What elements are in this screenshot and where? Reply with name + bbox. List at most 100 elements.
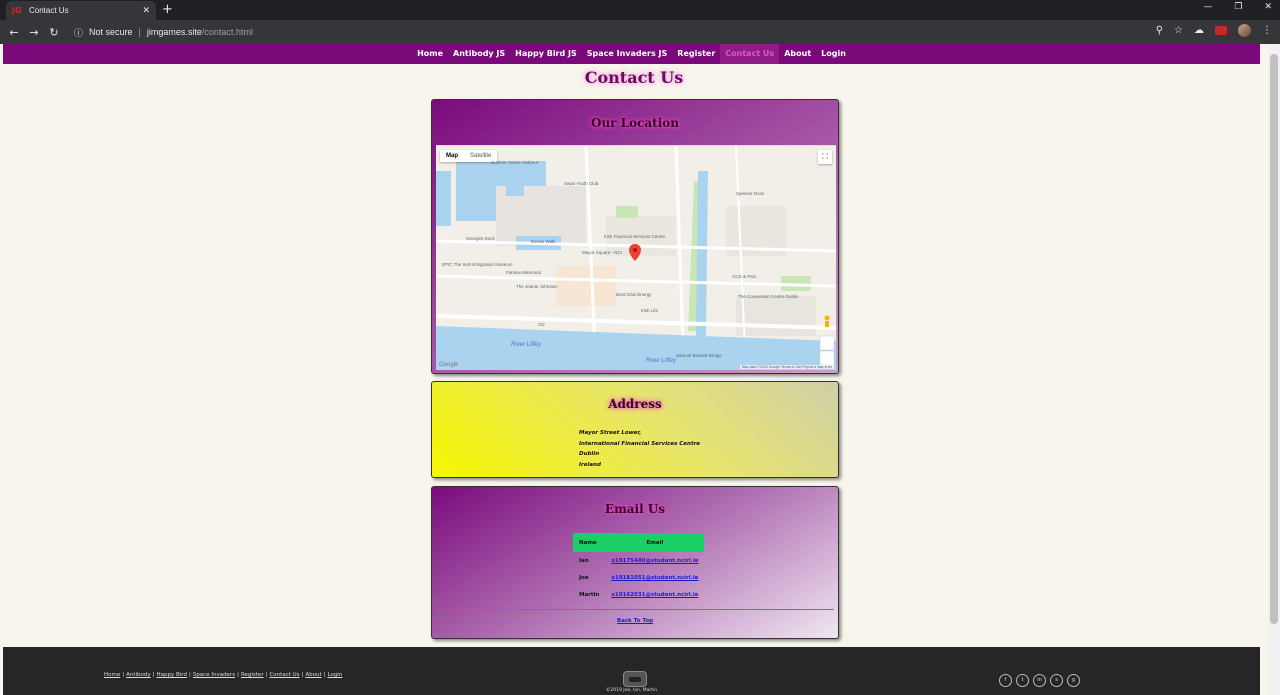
cloud-extension-icon[interactable]: ☁ xyxy=(1194,25,1204,36)
map-place-label: Irish Life xyxy=(641,308,659,313)
snapchat-icon[interactable]: s xyxy=(1050,674,1063,687)
contact-name: Ian xyxy=(579,557,589,564)
address-heading: Address xyxy=(608,397,662,411)
zoom-icon[interactable]: ⚲ xyxy=(1156,25,1163,36)
google-logo: Google xyxy=(439,362,459,368)
page-scrollbar[interactable] xyxy=(1268,44,1280,695)
url-separator: | xyxy=(138,27,141,37)
footer-links: Home | Antibody | Happy Bird | Space Invaders |… xyxy=(104,672,342,678)
info-icon[interactable]: ⓘ xyxy=(74,26,83,39)
twitter-icon[interactable]: t xyxy=(1016,674,1029,687)
footer-link-happy-bird[interactable]: Happy Bird xyxy=(157,672,187,678)
map-canvas[interactable] xyxy=(436,146,836,370)
table-row: Joe x19181051@student.ncirl.ie xyxy=(573,569,704,586)
map-type-map[interactable]: Map xyxy=(440,150,464,162)
nav-login[interactable]: Login xyxy=(816,44,851,64)
new-tab-button[interactable]: + xyxy=(162,2,173,18)
minimize-icon[interactable]: — xyxy=(1203,2,1212,12)
footer-link-about[interactable]: About xyxy=(305,672,321,678)
back-to-top-link[interactable]: Back To Top xyxy=(432,618,838,624)
red-extension-icon[interactable] xyxy=(1215,26,1227,35)
footer-link-login[interactable]: Login xyxy=(327,672,342,678)
map-place-label: Georges Dock xyxy=(466,236,495,241)
map-place-label: Spencer Dock xyxy=(736,191,765,196)
map-place-label: CCD & PwC xyxy=(732,274,757,279)
nav-about[interactable]: About xyxy=(779,44,816,64)
copyright: ©2019 Joe, Ian, Martin xyxy=(605,688,658,693)
column-header-email: Email xyxy=(605,533,705,552)
map-river-label: River Liffey xyxy=(511,342,542,348)
map-place-label: Mayor Square - NCI xyxy=(582,250,623,255)
linkedin-icon[interactable]: in xyxy=(1033,674,1046,687)
browser-tab-bar: JG Contact Us ✕ + — ❐ ✕ xyxy=(0,0,1280,20)
footer-link-space-invaders[interactable]: Space Invaders xyxy=(193,672,235,678)
tab-close-icon[interactable]: ✕ xyxy=(142,6,150,16)
nav-contact-us[interactable]: Contact Us xyxy=(720,44,780,64)
footer-separator: | xyxy=(237,672,239,678)
github-icon[interactable]: g xyxy=(1067,674,1080,687)
location-heading: Our Location xyxy=(590,116,680,130)
contact-email-link[interactable]: x19181051@student.ncirl.ie xyxy=(605,569,704,586)
nav-happy-bird[interactable]: Happy Bird JS xyxy=(510,44,582,64)
map-place-label: Citi xyxy=(538,322,545,327)
map-place-label: Swan Youth Club xyxy=(564,181,599,186)
email-table: Name Email Ian x19175400@student.ncirl.i… xyxy=(573,533,705,603)
map-place-label: The Convention Centre Dublin xyxy=(738,294,799,299)
address-line: International Financial Services Centre xyxy=(579,440,701,447)
back-icon[interactable]: ← xyxy=(4,26,24,39)
email-heading: Email Us xyxy=(604,502,666,516)
map-place-label: Samuel Beckett Bridge xyxy=(676,353,722,358)
browser-toolbar: ← → ↻ ⓘ Not secure | jimgames.site /cont… xyxy=(0,20,1280,44)
browser-tab[interactable]: JG Contact Us ✕ xyxy=(6,1,156,20)
address-card: Address Mayor Street Lower, Internationa… xyxy=(431,381,839,478)
url-path: /contact.html xyxy=(201,27,253,37)
tab-title: Contact Us xyxy=(29,6,69,15)
column-header-name: Name xyxy=(573,533,606,552)
menu-kebab-icon[interactable]: ⋮ xyxy=(1262,25,1272,36)
footer-separator: | xyxy=(323,672,326,678)
restore-icon[interactable]: ❐ xyxy=(1234,2,1242,12)
footer-link-home[interactable]: Home xyxy=(104,672,120,678)
scrollbar-thumb[interactable] xyxy=(1270,54,1278,624)
nav-home[interactable]: Home xyxy=(412,44,448,64)
footer-link-antibody[interactable]: Antibody xyxy=(126,672,151,678)
reload-icon[interactable]: ↻ xyxy=(44,26,64,39)
footer-separator: | xyxy=(188,672,191,678)
url-host: jimgames.site xyxy=(146,27,202,37)
profile-avatar[interactable] xyxy=(1238,24,1251,37)
contact-email-link[interactable]: x19175400@student.ncirl.ie xyxy=(605,552,704,569)
address-line: Mayor Street Lower, xyxy=(579,430,642,436)
google-map[interactable]: Map Satellite ⛶ Custom House Harbour Swa… xyxy=(436,145,836,370)
address-bar[interactable]: ⓘ Not secure | jimgames.site /contact.ht… xyxy=(74,26,253,39)
forward-icon[interactable]: → xyxy=(24,26,44,39)
map-place-label: Irish Financial Services Centre xyxy=(604,234,666,239)
table-row: Martin x19162031@student.ncirl.ie xyxy=(573,586,704,603)
footer-separator: | xyxy=(301,672,304,678)
facebook-icon[interactable]: f xyxy=(999,674,1012,687)
table-row: Ian x19175400@student.ncirl.ie xyxy=(573,552,704,569)
nav-space-invaders[interactable]: Space Invaders JS xyxy=(582,44,673,64)
address-line: Ireland xyxy=(579,461,601,468)
footer-link-contact-us[interactable]: Contact Us xyxy=(269,672,299,678)
map-place-label: Famine Memorial xyxy=(506,270,541,275)
contact-name: Joe xyxy=(579,574,589,581)
site-favicon-icon: JG xyxy=(12,6,22,15)
footer-separator: | xyxy=(152,672,155,678)
contact-email-link[interactable]: x19162031@student.ncirl.ie xyxy=(605,586,704,603)
table-header-row: Name Email xyxy=(573,533,705,552)
location-card: Our Location Map Satellite ⛶ Custom Hous… xyxy=(431,99,839,374)
nav-register[interactable]: Register xyxy=(672,44,720,64)
footer-link-register[interactable]: Register xyxy=(241,672,264,678)
bookmark-star-icon[interactable]: ☆ xyxy=(1174,25,1183,36)
address-line: Dublin xyxy=(579,451,600,457)
map-attribution[interactable]: Map data ©2020 Google Terms of Use Repor… xyxy=(739,365,834,369)
fullscreen-icon[interactable]: ⛶ xyxy=(818,150,832,164)
footer-separator: | xyxy=(265,672,268,678)
nav-antibody[interactable]: Antibody JS xyxy=(448,44,510,64)
map-place-label: EPIC The Irish Emigration Museum xyxy=(442,262,513,267)
site-nav: Home Antibody JS Happy Bird JS Space Inv… xyxy=(3,44,1260,64)
map-type-toggle: Map Satellite xyxy=(440,150,498,162)
social-links: f t in s g xyxy=(999,674,1080,687)
footer-separator: | xyxy=(122,672,125,678)
window-close-icon[interactable]: ✕ xyxy=(1264,2,1272,12)
